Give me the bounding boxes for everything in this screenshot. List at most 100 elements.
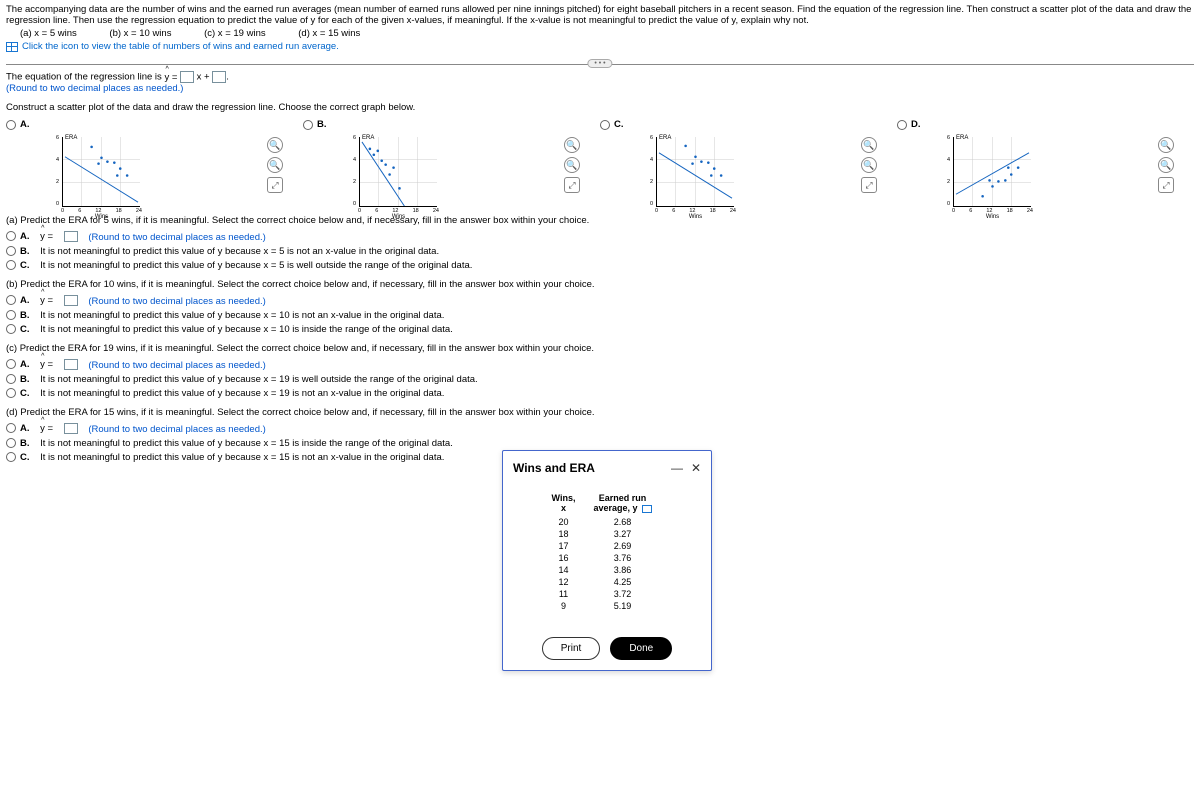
mini-chart-c: ERA 6420 06121824 Wins <box>656 137 734 207</box>
qc-a-input[interactable] <box>64 359 78 370</box>
table-row: 183.27 <box>549 529 665 539</box>
qa-radio-c[interactable] <box>6 260 16 270</box>
zoom-in-icon[interactable]: 🔍 <box>267 137 283 153</box>
cell-y: 3.76 <box>580 553 665 563</box>
qb-a-input[interactable] <box>64 295 78 306</box>
expand-icon[interactable]: ⤢ <box>564 177 580 193</box>
table-row: 95.19 <box>549 601 665 611</box>
qd-radio-a[interactable] <box>6 423 16 433</box>
qc-a-yhat: y = <box>40 359 53 370</box>
qb-radio-a[interactable] <box>6 295 16 305</box>
divider: • • • <box>6 64 1194 65</box>
qa-radio-b[interactable] <box>6 246 16 256</box>
qb-radio-c[interactable] <box>6 324 16 334</box>
copy-icon[interactable] <box>642 505 652 513</box>
qb-b-label: B. <box>20 310 30 321</box>
question-a-head: (a) Predict the ERA for 5 wins, if it is… <box>6 215 1194 226</box>
table-row: 202.68 <box>549 517 665 527</box>
zoom-out-icon[interactable]: 🔍 <box>1158 157 1174 173</box>
qb-radio-b[interactable] <box>6 310 16 320</box>
qd-a-note: (Round to two decimal places as needed.) <box>88 424 265 435</box>
qc-a-note: (Round to two decimal places as needed.) <box>88 360 265 371</box>
radio-b[interactable] <box>303 120 313 130</box>
qc-radio-c[interactable] <box>6 388 16 398</box>
label-c: C. <box>614 119 624 130</box>
qb-c-label: C. <box>20 324 30 335</box>
qa-b-text: It is not meaningful to predict this val… <box>40 246 439 257</box>
popup-title: Wins and ERA <box>513 461 595 475</box>
cell-x: 12 <box>549 577 578 587</box>
cell-x: 9 <box>549 601 578 611</box>
intercept-input[interactable] <box>212 71 226 83</box>
expand-icon[interactable]: ⤢ <box>1158 177 1174 193</box>
zoom-in-icon[interactable]: 🔍 <box>861 137 877 153</box>
close-icon[interactable]: ✕ <box>691 461 701 475</box>
xlabel: Wins <box>986 214 999 220</box>
x-values-line: (a) x = 5 wins (b) x = 10 wins (c) x = 1… <box>6 28 1194 39</box>
qa-a-input[interactable] <box>64 231 78 242</box>
radio-c[interactable] <box>600 120 610 130</box>
zoom-in-icon[interactable]: 🔍 <box>1158 137 1174 153</box>
qb-a-label: A. <box>20 295 30 306</box>
table-row: 143.86 <box>549 565 665 575</box>
qc-radio-b[interactable] <box>6 374 16 384</box>
zoom-out-icon[interactable]: 🔍 <box>861 157 877 173</box>
xlabel: Wins <box>95 214 108 220</box>
table-icon <box>6 42 18 52</box>
qd-b-text: It is not meaningful to predict this val… <box>40 438 453 449</box>
eq-prefix: The equation of the regression line is <box>6 72 164 83</box>
part-c: (c) x = 19 wins <box>204 28 266 39</box>
done-button[interactable]: Done <box>610 637 672 660</box>
xlabel: Wins <box>392 214 405 220</box>
table-row: 172.69 <box>549 541 665 551</box>
problem-intro: The accompanying data are the number of … <box>6 4 1194 26</box>
qa-a-yhat: y = <box>40 231 53 242</box>
cell-y: 3.72 <box>580 589 665 599</box>
cell-x: 14 <box>549 565 578 575</box>
qc-a-label: A. <box>20 359 30 370</box>
label-a: A. <box>20 119 30 130</box>
qa-radio-a[interactable] <box>6 231 16 241</box>
question-d-head: (d) Predict the ERA for 15 wins, if it i… <box>6 407 1194 418</box>
cell-y: 4.25 <box>580 577 665 587</box>
cell-y: 3.86 <box>580 565 665 575</box>
table-row: 113.72 <box>549 589 665 599</box>
qd-b-label: B. <box>20 438 30 449</box>
data-table: Wins, x Earned run average, y 202.68 183.… <box>547 491 667 613</box>
view-table-link[interactable]: Click the icon to view the table of numb… <box>6 41 1194 52</box>
cell-y: 2.69 <box>580 541 665 551</box>
qc-c-label: C. <box>20 388 30 399</box>
mini-chart-a: ERA 6420 06121824 Wins <box>62 137 140 207</box>
expand-icon[interactable]: ⤢ <box>267 177 283 193</box>
xlabel: Wins <box>689 214 702 220</box>
collapse-toggle[interactable]: • • • <box>587 59 612 68</box>
cell-y: 3.27 <box>580 529 665 539</box>
cell-y: 5.19 <box>580 601 665 611</box>
construct-instruction: Construct a scatter plot of the data and… <box>6 102 1194 113</box>
qd-radio-b[interactable] <box>6 438 16 448</box>
qd-a-input[interactable] <box>64 423 78 434</box>
part-a: (a) x = 5 wins <box>20 28 77 39</box>
slope-input[interactable] <box>180 71 194 83</box>
col1-head: Wins, x <box>549 493 578 515</box>
radio-d[interactable] <box>897 120 907 130</box>
graph-option-d: D. 🔍 🔍 ⤢ ERA 6420 06121824 Wins <box>897 119 1194 207</box>
zoom-out-icon[interactable]: 🔍 <box>564 157 580 173</box>
print-button[interactable]: Print <box>542 637 601 660</box>
zoom-in-icon[interactable]: 🔍 <box>564 137 580 153</box>
qd-c-text: It is not meaningful to predict this val… <box>40 452 444 463</box>
minimize-icon[interactable]: — <box>671 461 683 475</box>
table-row: 163.76 <box>549 553 665 563</box>
table-row: 124.25 <box>549 577 665 587</box>
radio-a[interactable] <box>6 120 16 130</box>
col2-head: Earned run average, y <box>580 493 665 515</box>
qd-radio-c[interactable] <box>6 452 16 462</box>
zoom-out-icon[interactable]: 🔍 <box>267 157 283 173</box>
qb-b-text: It is not meaningful to predict this val… <box>40 310 444 321</box>
qa-b-label: B. <box>20 246 30 257</box>
expand-icon[interactable]: ⤢ <box>861 177 877 193</box>
question-b-head: (b) Predict the ERA for 10 wins, if it i… <box>6 279 1194 290</box>
qc-radio-a[interactable] <box>6 359 16 369</box>
graph-option-a: A. 🔍 🔍 ⤢ ERA 6420 06121824 Wins <box>6 119 303 207</box>
eq-post: . <box>226 72 229 83</box>
